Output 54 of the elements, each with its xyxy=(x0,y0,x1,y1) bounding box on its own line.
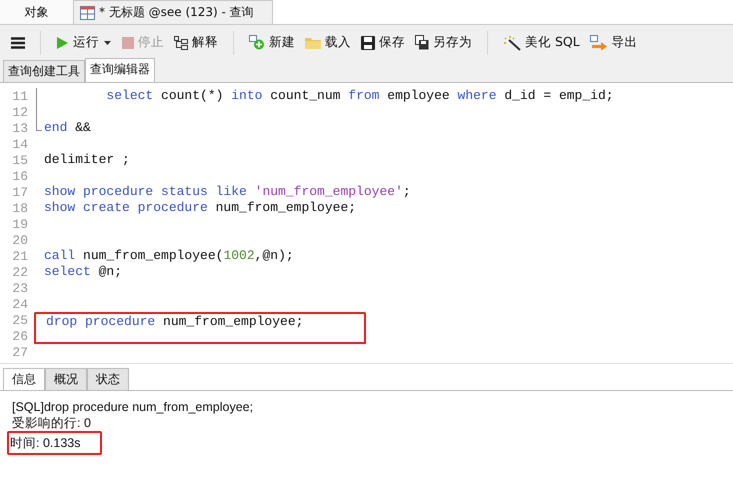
export-button[interactable]: 导出 xyxy=(586,32,641,53)
code-line: end && xyxy=(44,120,91,136)
save-button[interactable]: 保存 xyxy=(358,32,408,53)
line-number: 17 xyxy=(11,184,28,200)
code-line: show create procedure num_from_employee; xyxy=(44,200,356,216)
result-tab[interactable]: 概况 xyxy=(45,368,87,390)
line-number: 22 xyxy=(11,264,28,280)
code-line: call num_from_employee(1002,@n); xyxy=(44,248,294,264)
line-number: 11 xyxy=(11,88,28,104)
table-icon xyxy=(80,6,95,20)
message-line: 受影响的行: 0 xyxy=(11,415,92,431)
copy-icon xyxy=(415,35,429,50)
stop-icon xyxy=(122,36,134,48)
line-number: 20 xyxy=(11,232,28,248)
document-tab[interactable]: 对象 xyxy=(0,0,73,24)
line-number: 25 xyxy=(11,312,28,328)
run-button[interactable]: 运行 xyxy=(53,32,102,53)
code-line: select count(*) into count_num from employee where d_id = emp_id; xyxy=(105,88,614,104)
line-number: 13 xyxy=(11,120,28,136)
message-line: [SQL]drop procedure num_from_employee; xyxy=(11,399,254,415)
new-button[interactable]: 新建 xyxy=(246,32,298,53)
save-icon xyxy=(361,36,375,50)
line-number: 14 xyxy=(11,136,28,152)
editor-tab[interactable]: 查询编辑器 xyxy=(85,58,155,82)
play-icon xyxy=(56,36,69,50)
code-line: show procedure status like 'num_from_employee'; xyxy=(44,184,411,200)
add-icon xyxy=(249,35,265,50)
beautify-button[interactable]: 美化 SQL xyxy=(500,32,583,53)
diagram-icon xyxy=(174,36,188,50)
code-line: delimiter ; xyxy=(44,152,130,168)
line-number: 21 xyxy=(11,248,28,264)
explain-button[interactable]: 解释 xyxy=(171,32,221,53)
line-number: 27 xyxy=(11,344,28,360)
editor-tab[interactable]: 查询创建工具 xyxy=(3,60,85,82)
load-button[interactable]: 载入 xyxy=(302,32,354,53)
line-number: 12 xyxy=(11,104,28,120)
magic-wand-icon xyxy=(503,34,521,50)
line-number: 18 xyxy=(11,200,28,216)
export-icon xyxy=(590,35,608,50)
folder-icon xyxy=(305,36,321,49)
line-number: 24 xyxy=(11,296,28,312)
code-line: select @n; xyxy=(44,264,122,280)
document-tab[interactable]: * 无标题 @see (123) - 查询 xyxy=(73,0,273,24)
line-number: 15 xyxy=(11,152,28,168)
line-number: 16 xyxy=(11,168,28,184)
line-number: 19 xyxy=(11,216,28,232)
result-tab[interactable]: 状态 xyxy=(87,368,129,390)
highlighted-code-line: drop procedure num_from_employee; xyxy=(34,312,366,328)
caret-icon[interactable] xyxy=(104,40,111,44)
line-number: 23 xyxy=(11,280,28,296)
line-number: 26 xyxy=(11,328,28,344)
menu-button[interactable] xyxy=(8,34,28,50)
result-tab[interactable]: 信息 xyxy=(3,368,45,390)
saveas-button[interactable]: 另存为 xyxy=(412,32,475,53)
